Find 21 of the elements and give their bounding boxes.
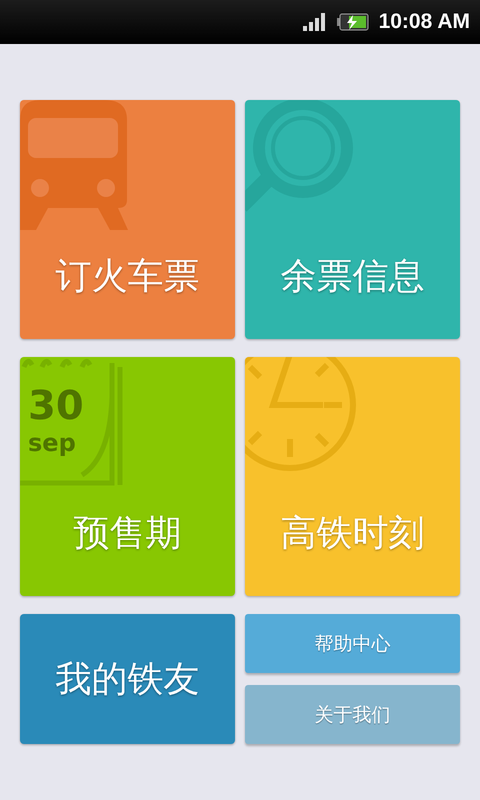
- menu-button[interactable]: 关于我们: [245, 685, 460, 744]
- tile-label: 订火车票: [56, 255, 200, 299]
- battery-icon: [336, 13, 369, 31]
- tile-label: 我的铁友: [56, 658, 200, 702]
- menu-button[interactable]: 帮助中心: [245, 614, 460, 673]
- clock-time: 10:08 AM: [378, 10, 470, 34]
- menu-tile[interactable]: 订火车票: [20, 100, 235, 339]
- tile-label: 余票信息: [280, 255, 424, 299]
- search-icon: [245, 100, 353, 212]
- clock-icon: [245, 357, 356, 471]
- tile-label: 预售期: [74, 512, 182, 556]
- tile-label: 高铁时刻: [280, 512, 424, 556]
- calendar-day: 30: [28, 383, 84, 429]
- signal-icon: [302, 13, 327, 31]
- train-icon: [20, 100, 128, 230]
- calendar-icon: [20, 358, 122, 488]
- menu-tile[interactable]: 30 sep 预售期: [20, 357, 235, 596]
- menu-tile[interactable]: 我的铁友: [20, 614, 235, 744]
- menu-tile[interactable]: 高铁时刻: [245, 357, 460, 596]
- calendar-month: sep: [28, 429, 76, 457]
- menu-tile[interactable]: 余票信息: [245, 100, 460, 339]
